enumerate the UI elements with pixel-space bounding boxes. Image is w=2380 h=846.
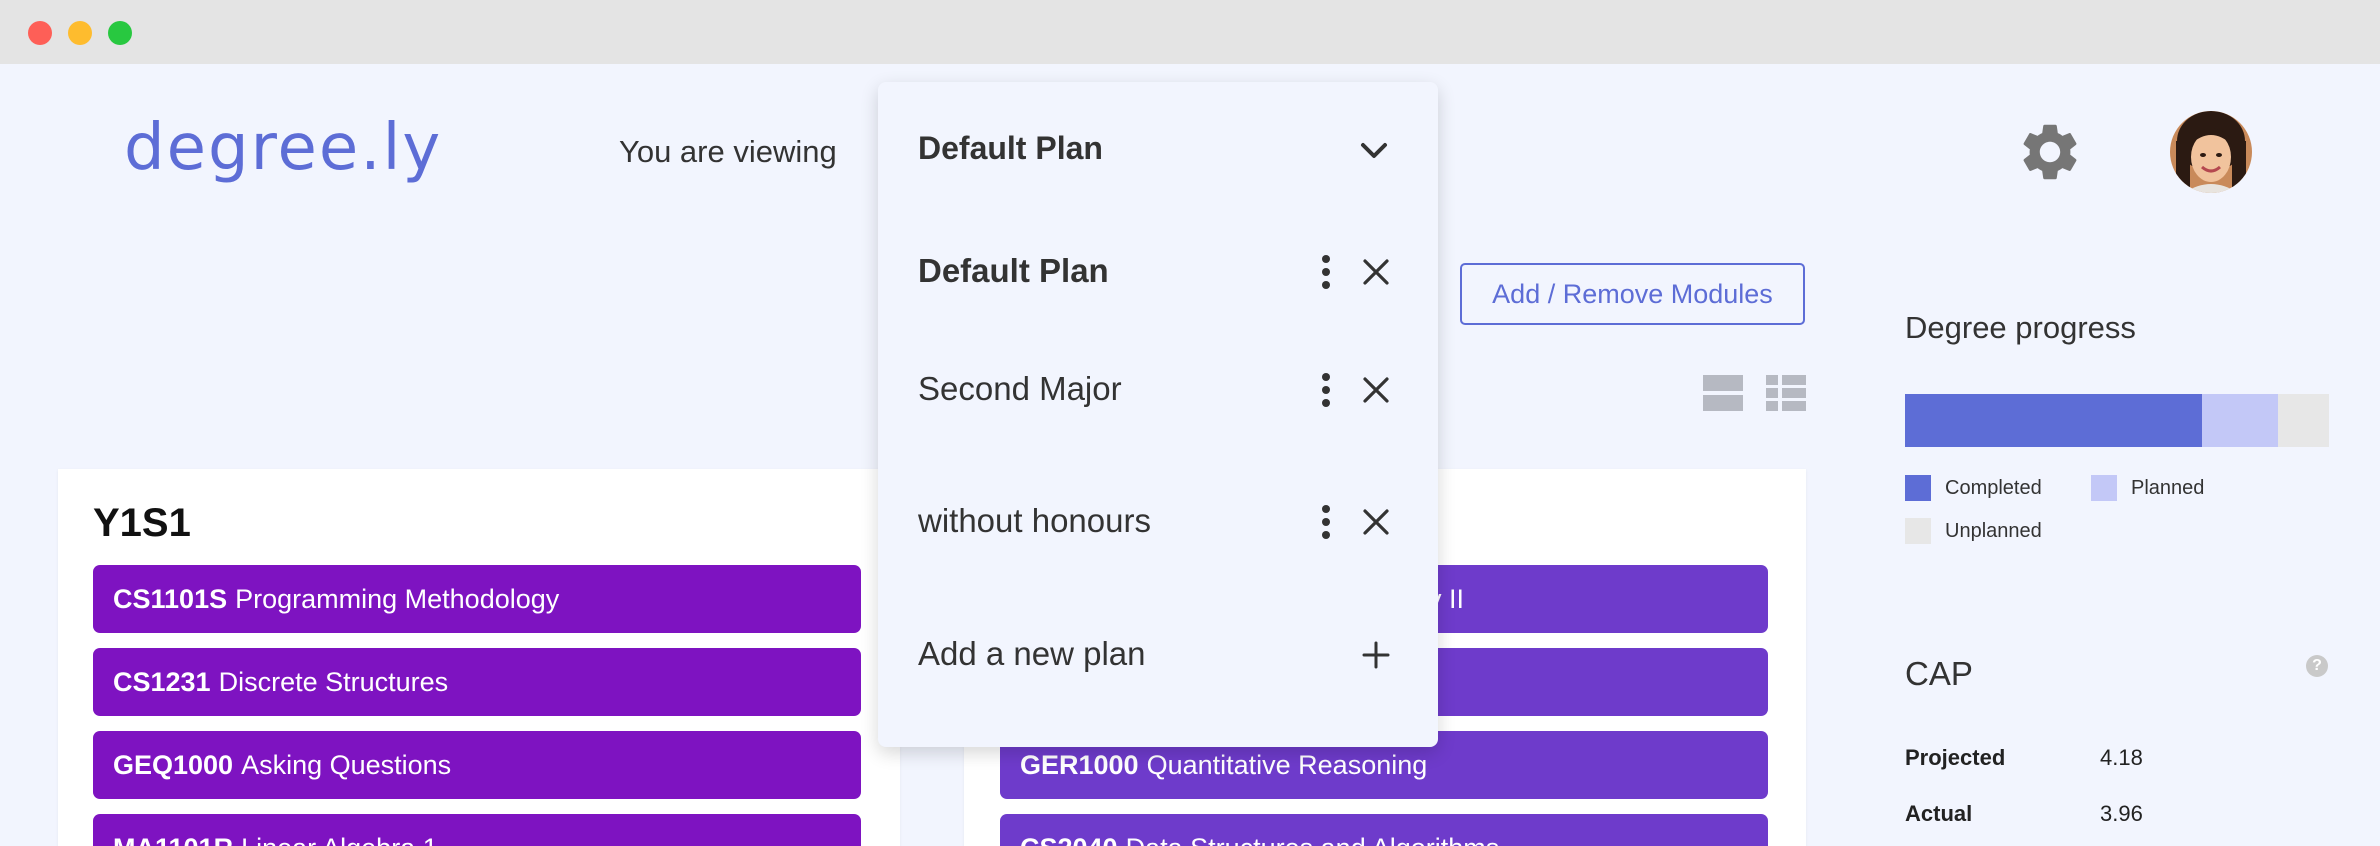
more-vertical-icon[interactable] bbox=[1320, 372, 1332, 408]
legend-unplanned-swatch bbox=[1905, 518, 1931, 544]
plan-option-label: Second Major bbox=[918, 370, 1122, 407]
app-logo[interactable]: degree.ly bbox=[124, 116, 442, 180]
plan-option-default[interactable]: Default Plan bbox=[878, 232, 1438, 312]
cap-title: CAP bbox=[1905, 655, 1973, 692]
window-minimize-button[interactable] bbox=[68, 21, 92, 45]
semester-title: Y1S1 bbox=[93, 501, 191, 545]
window-maximize-button[interactable] bbox=[108, 21, 132, 45]
list-view-icon[interactable] bbox=[1703, 373, 1743, 413]
legend-planned-swatch bbox=[2091, 475, 2117, 501]
cap-projected-value: 4.18 bbox=[2100, 745, 2143, 770]
legend-planned-label: Planned bbox=[2131, 477, 2205, 499]
degree-progress-title: Degree progress bbox=[1905, 310, 2136, 345]
more-vertical-icon[interactable] bbox=[1320, 504, 1332, 540]
module-code: CS1231 bbox=[113, 667, 211, 697]
cap-actual-label: Actual bbox=[1905, 801, 1973, 826]
plan-option-label: Default Plan bbox=[918, 252, 1109, 289]
window-close-button[interactable] bbox=[28, 21, 52, 45]
help-icon[interactable]: ? bbox=[2306, 655, 2328, 677]
module-code: CS1101S bbox=[113, 584, 228, 614]
gear-icon[interactable] bbox=[2016, 118, 2084, 186]
semester-card-y1s1: Y1S1 CS1101S Programming Methodology CS12… bbox=[58, 469, 900, 846]
user-avatar[interactable] bbox=[2170, 111, 2252, 193]
chevron-down-icon[interactable] bbox=[1359, 141, 1389, 161]
module-name: Linear Algebra 1 bbox=[241, 833, 438, 846]
module-card[interactable]: CS1231 Discrete Structures bbox=[93, 648, 861, 716]
cap-projected-label: Projected bbox=[1905, 745, 2006, 770]
degree-progress-bar bbox=[1905, 394, 2329, 447]
plus-icon[interactable] bbox=[1362, 641, 1390, 669]
module-card[interactable]: CS2040 Data Structures and Algorithms bbox=[1000, 814, 1768, 846]
close-icon[interactable] bbox=[1362, 258, 1390, 286]
more-vertical-icon[interactable] bbox=[1320, 254, 1332, 290]
module-card[interactable]: GEQ1000 Asking Questions bbox=[93, 731, 861, 799]
module-card[interactable]: CS1101S Programming Methodology bbox=[93, 565, 861, 633]
module-name: Data Structures and Algorithms bbox=[1126, 833, 1500, 846]
add-new-plan-item[interactable]: Add a new plan bbox=[878, 615, 1438, 695]
cap-actual-value: 3.96 bbox=[2100, 801, 2143, 826]
legend-completed-swatch bbox=[1905, 475, 1931, 501]
module-name: Asking Questions bbox=[241, 750, 452, 780]
plan-option-second-major[interactable]: Second Major bbox=[878, 350, 1438, 430]
close-icon[interactable] bbox=[1362, 508, 1390, 536]
plan-select-value[interactable]: Default Plan bbox=[918, 130, 1103, 167]
module-code: CS2040 bbox=[1020, 833, 1118, 846]
plan-option-without-honours[interactable]: without honours bbox=[878, 482, 1438, 562]
legend-completed-label: Completed bbox=[1945, 477, 2042, 499]
module-name: Programming Methodology bbox=[235, 584, 560, 614]
module-card[interactable]: MA1101R Linear Algebra 1 bbox=[93, 814, 861, 846]
add-plan-label: Add a new plan bbox=[918, 635, 1146, 672]
module-code: MA1101R bbox=[113, 833, 233, 846]
module-code: GEQ1000 bbox=[113, 750, 234, 780]
legend-unplanned-label: Unplanned bbox=[1945, 520, 2042, 542]
plan-dropdown: Default Plan Default Plan Second Major w… bbox=[878, 82, 1438, 747]
module-name: Discrete Structures bbox=[218, 667, 449, 697]
module-name: Quantitative Reasoning bbox=[1146, 750, 1428, 780]
plan-option-label: without honours bbox=[918, 502, 1151, 539]
add-remove-modules-button[interactable]: Add / Remove Modules bbox=[1460, 263, 1805, 325]
module-code: GER1000 bbox=[1020, 750, 1139, 780]
close-icon[interactable] bbox=[1362, 376, 1390, 404]
grid-view-icon[interactable] bbox=[1766, 373, 1806, 413]
progress-completed-segment bbox=[1905, 394, 2202, 447]
progress-planned-segment bbox=[2201, 394, 2279, 447]
viewing-label: You are viewing bbox=[619, 134, 837, 169]
window-titlebar bbox=[0, 0, 2380, 64]
